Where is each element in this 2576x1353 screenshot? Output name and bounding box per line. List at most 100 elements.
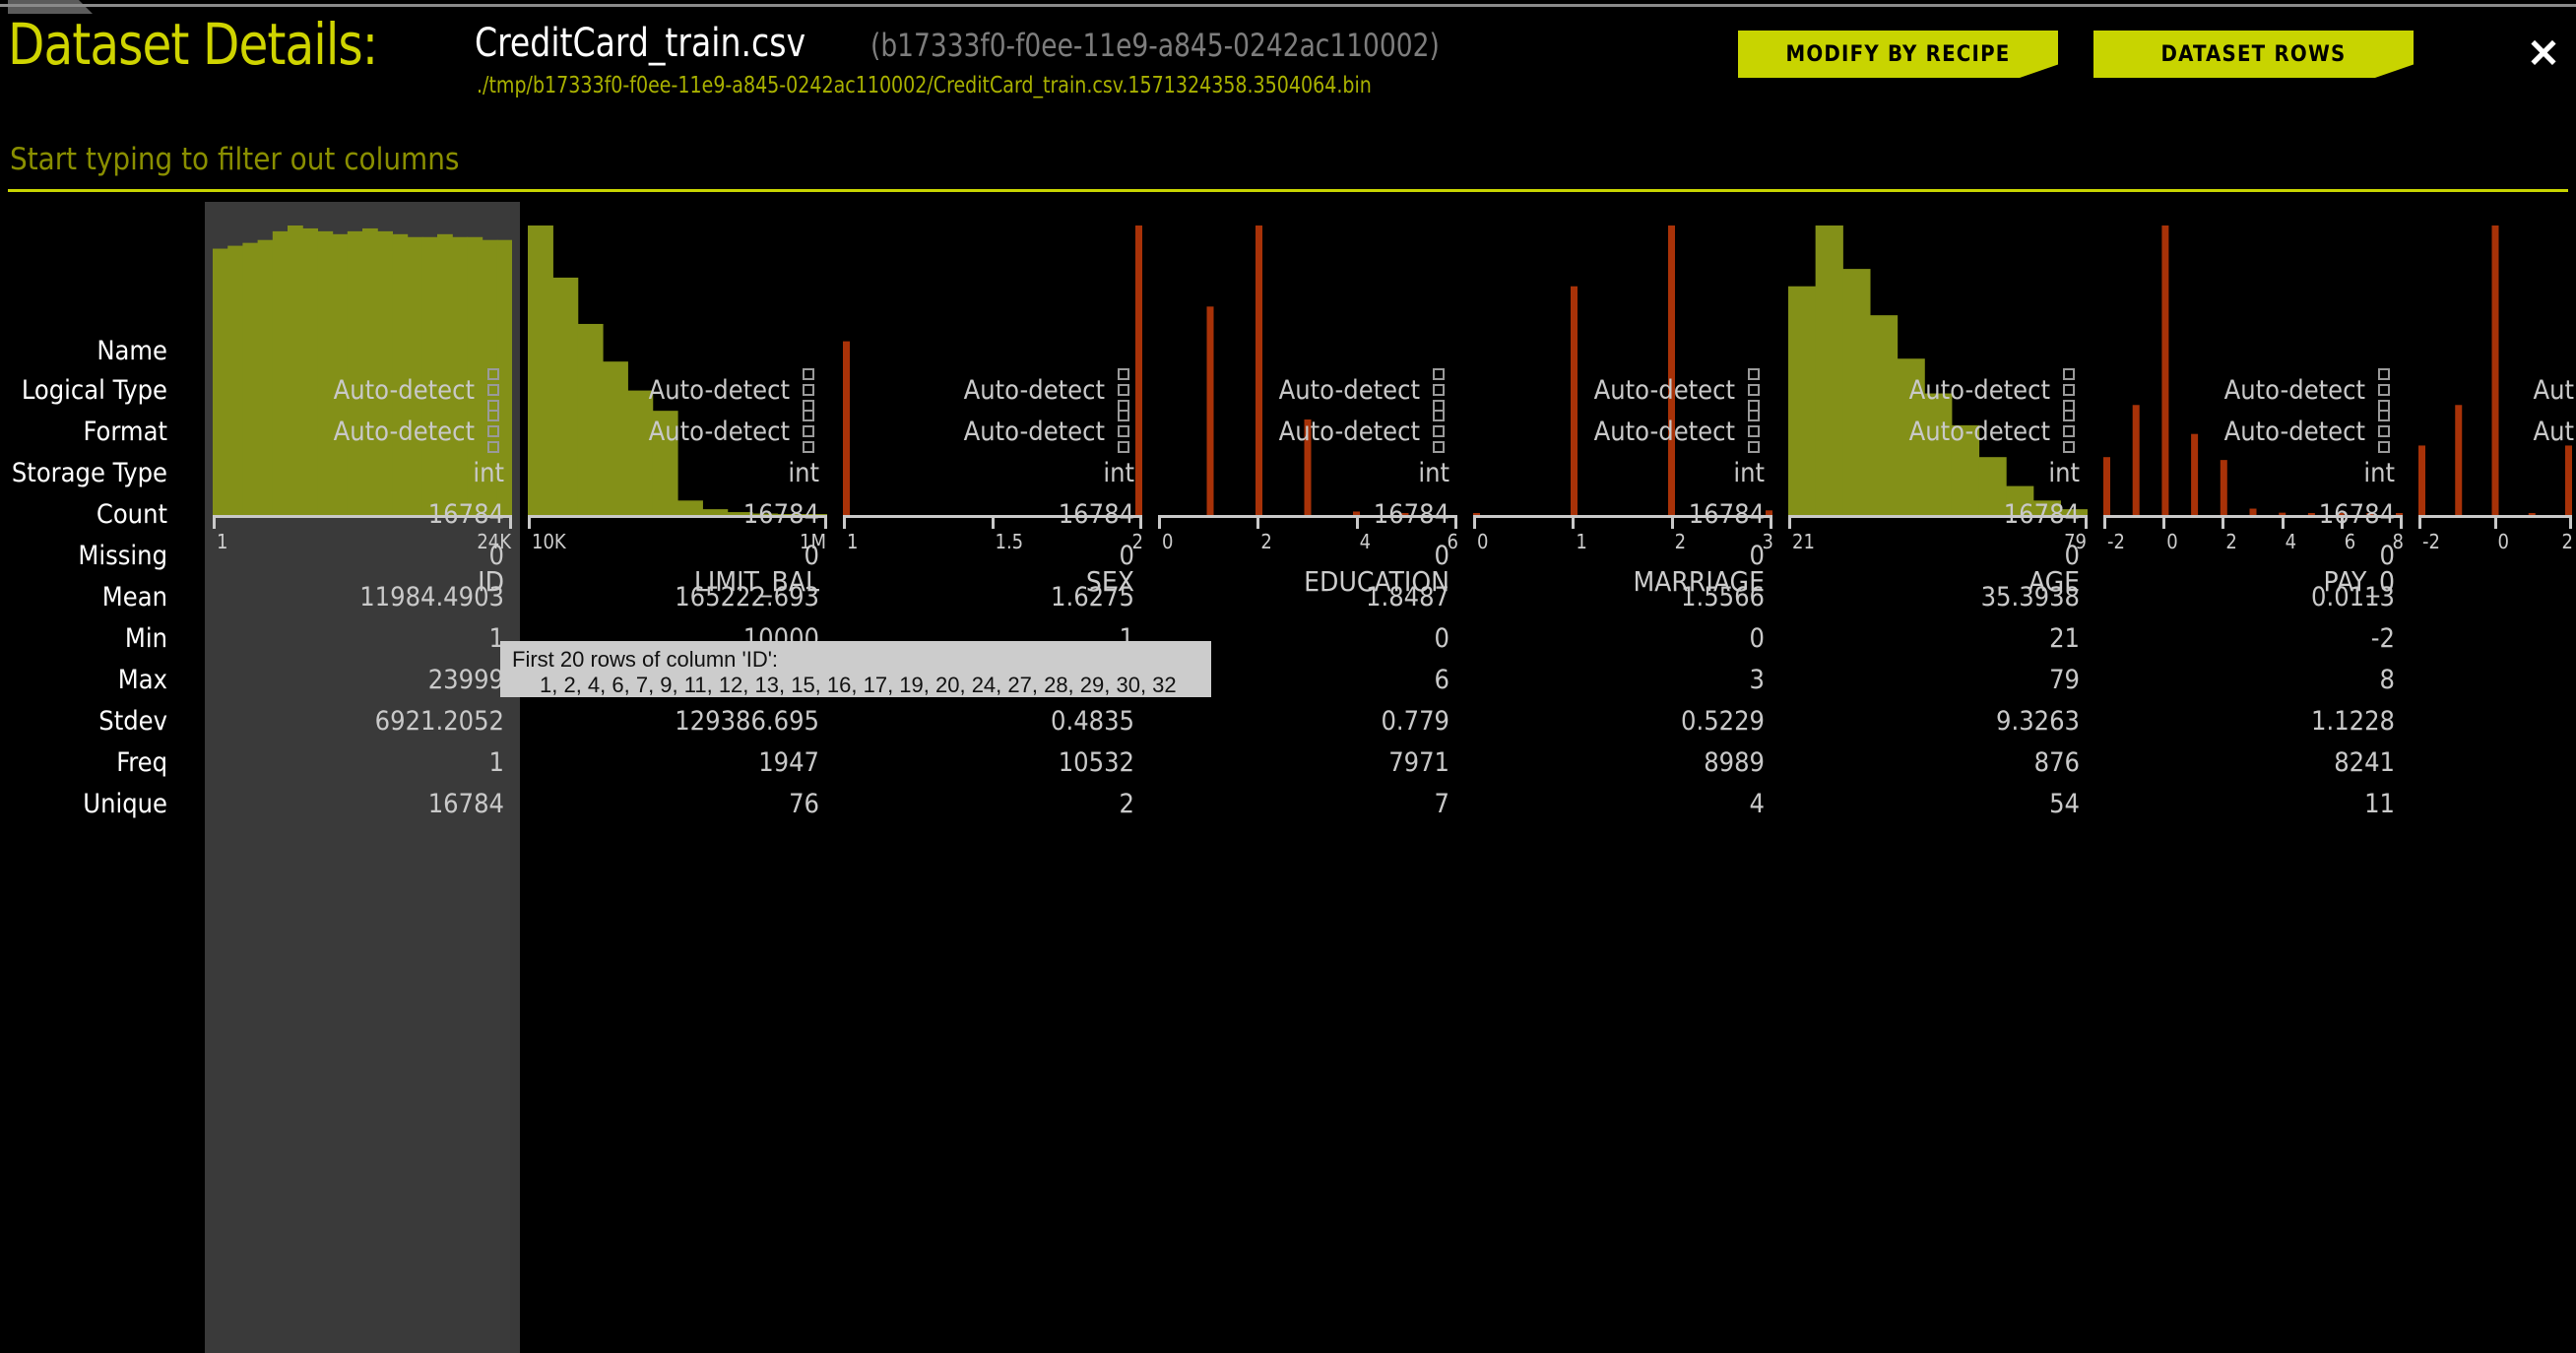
- row-label-name: Name: [97, 336, 167, 366]
- cell-PAY_0-count: 16784: [2318, 499, 2395, 530]
- search-input[interactable]: [8, 136, 2572, 183]
- cell-EDUCATION-logical-type[interactable]: Auto-detect: [1150, 377, 1420, 404]
- cell-MARRIAGE-max: 3: [1749, 665, 1765, 695]
- tooltip-line-2: 1, 2, 4, 6, 7, 9, 11, 12, 13, 15, 16, 17…: [540, 673, 1177, 697]
- column-options-handle-icon[interactable]: [2062, 410, 2076, 453]
- cell-EDUCATION-storage-type: int: [1418, 458, 1449, 488]
- row-label-min: Min: [124, 623, 167, 654]
- cell-ID-stdev: 6921.2052: [374, 706, 504, 737]
- cell-AGE-stdev: 9.3263: [1996, 706, 2080, 737]
- cell-EDUCATION-freq: 7971: [1388, 747, 1449, 778]
- cell-MARRIAGE-unique: 4: [1749, 789, 1765, 819]
- row-label-stdev: Stdev: [98, 706, 167, 737]
- cell-EDUCATION-missing: 0: [1434, 541, 1449, 571]
- cell-LIMIT_BAL-logical-type[interactable]: Auto-detect: [520, 377, 790, 404]
- cell-LIMIT_BAL-stdev: 129386.695: [675, 706, 819, 737]
- cell-MARRIAGE-format[interactable]: Auto-detect: [1465, 419, 1735, 445]
- row-label-storage-type: Storage Type: [11, 458, 167, 488]
- cell-AGE-missing: 0: [2064, 541, 2080, 571]
- cell-AGE-format[interactable]: Auto-detect: [1780, 419, 2050, 445]
- top-divider: [0, 4, 2576, 7]
- column-options-handle-icon[interactable]: [1432, 410, 1446, 453]
- cell-ID-count: 16784: [427, 499, 504, 530]
- cell-PAY_0-logical-type[interactable]: Auto-detect: [2095, 377, 2365, 404]
- column-options-handle-icon[interactable]: [486, 368, 500, 412]
- close-icon[interactable]: ✕: [2524, 32, 2563, 76]
- column-options-handle-icon[interactable]: [1432, 368, 1446, 412]
- axis-tick-label: 0: [2497, 530, 2509, 553]
- cell-SEX-storage-type: int: [1103, 458, 1134, 488]
- cell-SEX-unique: 2: [1119, 789, 1134, 819]
- window-top-chrome: [0, 0, 2576, 14]
- axis-tick: [824, 518, 827, 529]
- cell-ID-min: 1: [488, 623, 504, 654]
- column-options-handle-icon[interactable]: [1747, 368, 1761, 412]
- cell-LIMIT_BAL-mean: 165222.693: [675, 582, 819, 612]
- axis-tick-label: 2: [2561, 530, 2573, 553]
- cell-MARRIAGE-missing: 0: [1749, 541, 1765, 571]
- cell-MARRIAGE-freq: 8989: [1704, 747, 1765, 778]
- column-preview-tooltip: First 20 rows of column 'ID': 1, 2, 4, 6…: [500, 641, 1211, 697]
- cell-ID-storage-type: int: [473, 458, 504, 488]
- row-label-mean: Mean: [101, 582, 167, 612]
- row-label-format: Format: [83, 417, 167, 447]
- cell-MARRIAGE-logical-type[interactable]: Auto-detect: [1465, 377, 1735, 404]
- cell-PAY_0-stdev: 1.1228: [2311, 706, 2395, 737]
- cell-AGE-count: 16784: [2003, 499, 2080, 530]
- cell-AGE-max: 79: [2049, 665, 2080, 695]
- column-options-handle-icon[interactable]: [802, 368, 815, 412]
- cell-ID-logical-type[interactable]: Auto-detect: [205, 377, 475, 404]
- cell-PAY_0-missing: 0: [2379, 541, 2395, 571]
- column-options-handle-icon[interactable]: [1747, 410, 1761, 453]
- column-options-handle-icon[interactable]: [802, 410, 815, 453]
- column-options-handle-icon[interactable]: [2062, 368, 2076, 412]
- histogram-cell-partial[interactable]: [2418, 220, 2572, 515]
- cell-PAY_0-unique: 11: [2364, 789, 2395, 819]
- axis-tick: [1139, 518, 1142, 529]
- cell-SEX-stdev: 0.4835: [1051, 706, 1134, 737]
- axis-tick-label: -2: [2422, 530, 2440, 553]
- axis-tick: [509, 518, 512, 529]
- dataset-rows-button[interactable]: DATASET ROWS: [2093, 31, 2414, 78]
- cell-SEX-mean: 1.6275: [1051, 582, 1134, 612]
- cell-LIMIT_BAL-unique: 76: [789, 789, 819, 819]
- cell-SEX-logical-type[interactable]: Auto-detect: [835, 377, 1105, 404]
- column-options-handle-icon[interactable]: [486, 410, 500, 453]
- row-label-unique: Unique: [83, 789, 167, 819]
- cell-partial-logical-type[interactable]: Aut: [2411, 377, 2574, 404]
- cell-SEX-format[interactable]: Auto-detect: [835, 419, 1105, 445]
- cell-LIMIT_BAL-missing: 0: [804, 541, 819, 571]
- cell-AGE-logical-type[interactable]: Auto-detect: [1780, 377, 2050, 404]
- dataset-uuid: (b17333f0-f0ee-11e9-a845-0242ac110002): [870, 27, 1440, 64]
- row-label-max: Max: [117, 665, 167, 695]
- axis-tick: [1770, 518, 1772, 529]
- cell-MARRIAGE-mean: 1.5566: [1681, 582, 1765, 612]
- cell-EDUCATION-mean: 1.8487: [1366, 582, 1449, 612]
- cell-SEX-count: 16784: [1058, 499, 1134, 530]
- column-options-handle-icon[interactable]: [1117, 368, 1130, 412]
- cell-PAY_0-max: 8: [2379, 665, 2395, 695]
- cell-ID-unique: 16784: [427, 789, 504, 819]
- cell-MARRIAGE-storage-type: int: [1733, 458, 1765, 488]
- cell-SEX-freq: 10532: [1058, 747, 1134, 778]
- column-options-handle-icon[interactable]: [1117, 410, 1130, 453]
- axis-tick: [2085, 518, 2088, 529]
- column-options-handle-icon[interactable]: [2377, 368, 2391, 412]
- cell-LIMIT_BAL-format[interactable]: Auto-detect: [520, 419, 790, 445]
- dataset-path: ./tmp/b17333f0-f0ee-11e9-a845-0242ac1100…: [477, 73, 1372, 98]
- axis-tick: [2569, 518, 2572, 529]
- cell-PAY_0-format[interactable]: Auto-detect: [2095, 419, 2365, 445]
- cell-PAY_0-mean: 0.0113: [2311, 582, 2395, 612]
- dialog-header: Dataset Details: CreditCard_train.csv (b…: [0, 8, 2576, 126]
- column-options-handle-icon[interactable]: [2377, 410, 2391, 453]
- cell-partial-format[interactable]: Aut: [2411, 419, 2574, 445]
- cell-AGE-unique: 54: [2049, 789, 2080, 819]
- cell-PAY_0-storage-type: int: [2363, 458, 2395, 488]
- cell-SEX-missing: 0: [1119, 541, 1134, 571]
- cell-MARRIAGE-stdev: 0.5229: [1681, 706, 1765, 737]
- cell-ID-missing: 0: [488, 541, 504, 571]
- cell-ID-format[interactable]: Auto-detect: [205, 419, 475, 445]
- cell-EDUCATION-format[interactable]: Auto-detect: [1150, 419, 1420, 445]
- row-label-missing: Missing: [78, 541, 167, 571]
- modify-by-recipe-button[interactable]: MODIFY BY RECIPE: [1738, 31, 2058, 78]
